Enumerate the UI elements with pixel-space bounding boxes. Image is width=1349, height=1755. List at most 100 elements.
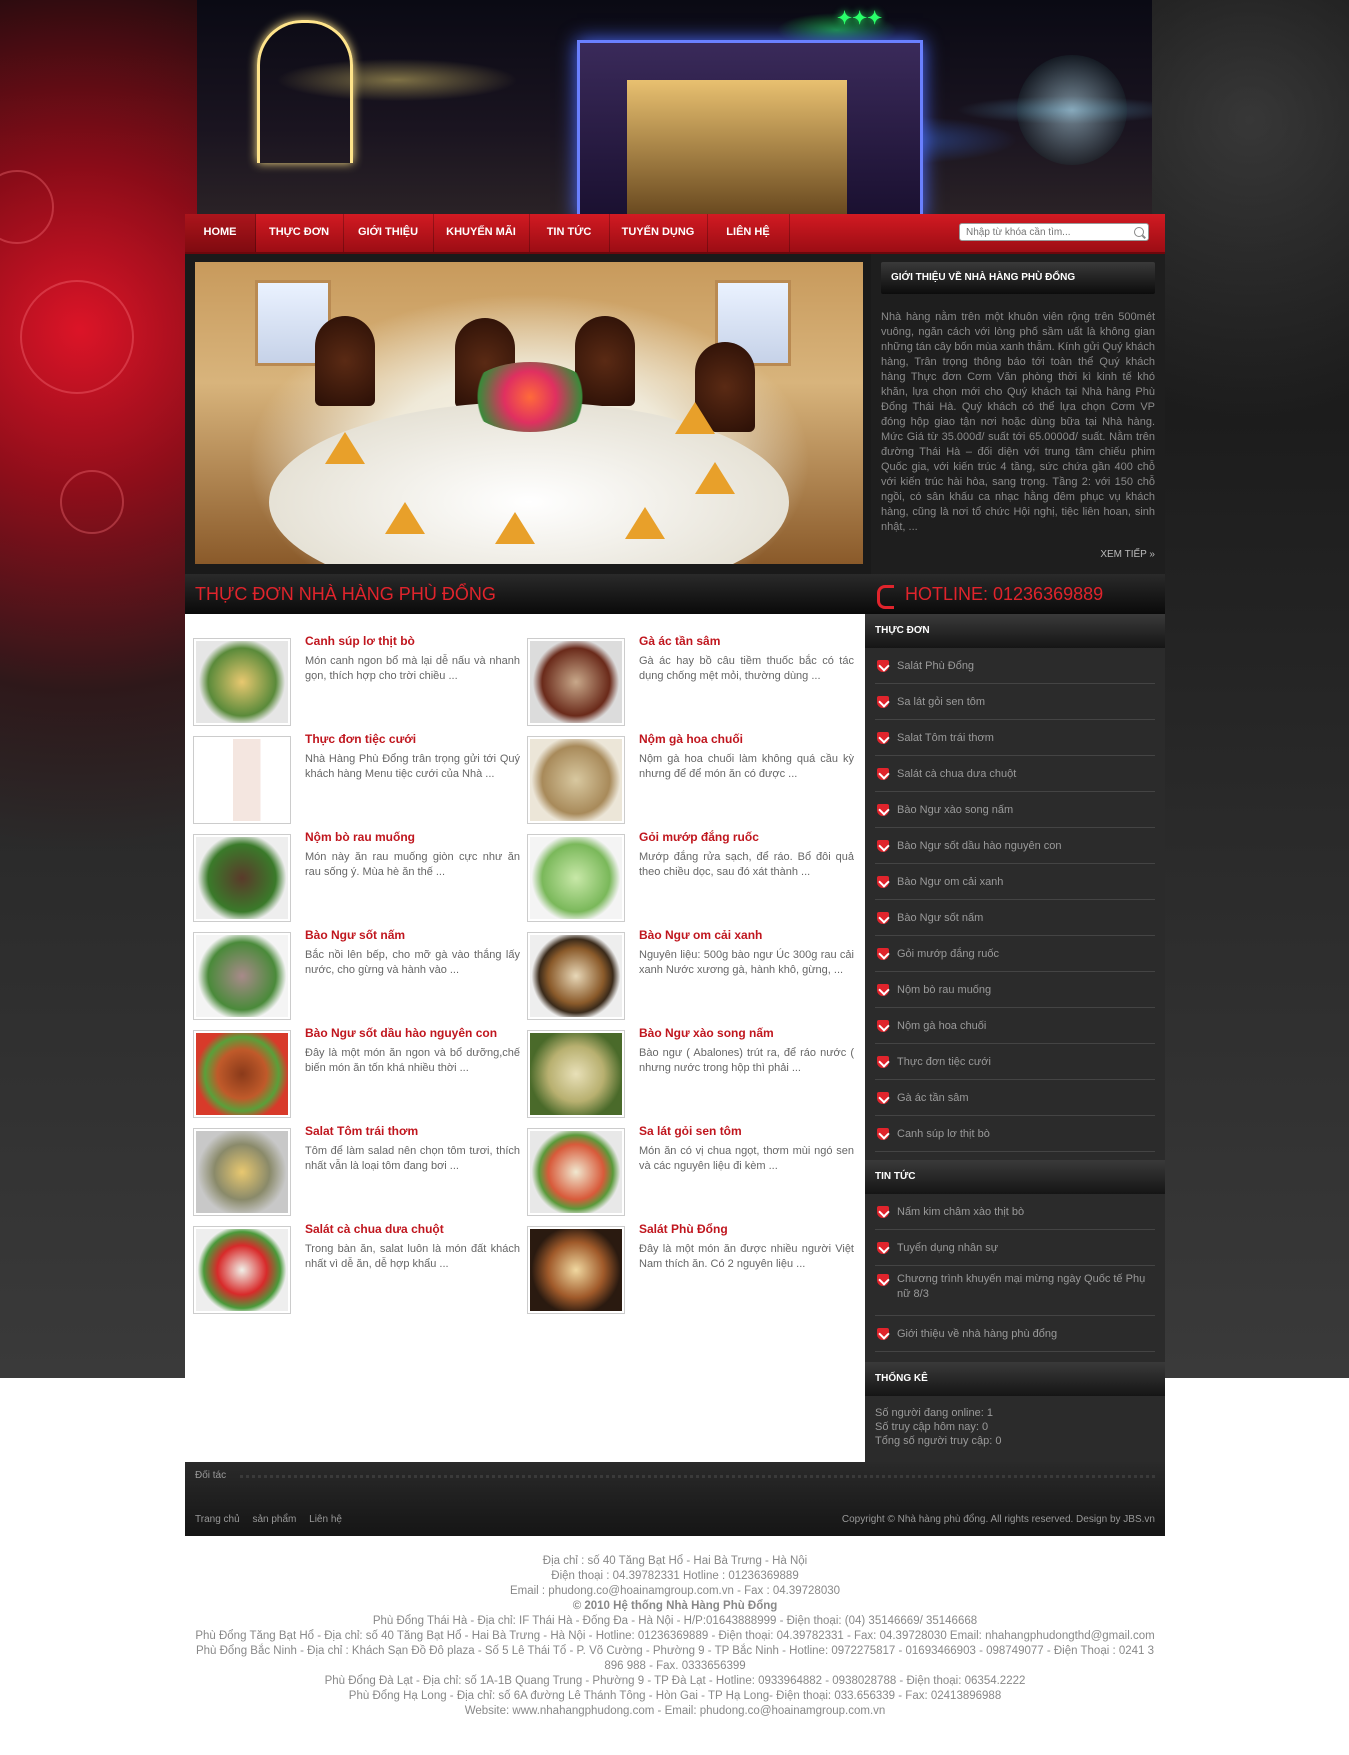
menu-item: Sa lát gỏi sen tôm Món ăn có vị chua ngọ… bbox=[519, 1124, 854, 1224]
menu-item: Canh súp lơ thịt bò Món canh ngon bổ mà … bbox=[185, 634, 520, 734]
sidebar-link-label: Bào Ngư xào song nấm bbox=[897, 804, 1014, 816]
search-input[interactable] bbox=[966, 227, 1126, 238]
partner-label: Đối tác bbox=[195, 1470, 227, 1481]
menu-item-title[interactable]: Salát cà chua dưa chuột bbox=[305, 1222, 520, 1236]
address-line: Website: www.nhahangphudong.com - Email:… bbox=[464, 1705, 886, 1717]
menu-item-thumbnail[interactable] bbox=[193, 932, 291, 1020]
menu-item-thumbnail[interactable] bbox=[193, 1030, 291, 1118]
banner-lit-tree bbox=[1017, 55, 1127, 165]
nav-menu[interactable]: THỰC ĐƠN bbox=[255, 214, 344, 252]
sidebar-news-link[interactable]: Chương trình khuyến mại mừng ngày Quốc t… bbox=[875, 1266, 1155, 1316]
menu-item-desc: Món này ăn rau muống giòn cực như ăn rau… bbox=[305, 851, 520, 878]
sidebar: THỰC ĐƠN Salát Phù Đổng Sa lát gỏi sen t… bbox=[865, 614, 1165, 1462]
sidebar-menu-link[interactable]: Gà ác tần sâm bbox=[875, 1080, 1155, 1116]
menu-item-thumbnail[interactable] bbox=[527, 1128, 625, 1216]
menu-item-title[interactable]: Salát Phù Đổng bbox=[639, 1222, 854, 1236]
menu-item-title[interactable]: Nộm gà hoa chuối bbox=[639, 732, 854, 746]
menu-grid: Canh súp lơ thịt bò Món canh ngon bổ mà … bbox=[185, 614, 865, 1462]
menu-item-thumbnail[interactable] bbox=[193, 1128, 291, 1216]
bullet-icon bbox=[877, 948, 889, 960]
sidebar-menu-link[interactable]: Salat Tôm trái thơm bbox=[875, 720, 1155, 756]
sidebar-menu-link[interactable]: Sa lát gỏi sen tôm bbox=[875, 684, 1155, 720]
menu-item-thumbnail[interactable] bbox=[527, 638, 625, 726]
read-more-link[interactable]: XEM TIẾP » bbox=[1100, 549, 1155, 560]
footer-link-home[interactable]: Trang chủ bbox=[195, 1514, 240, 1525]
banner-neon-sign: ✦✦✦ bbox=[837, 8, 883, 28]
menu-item-desc: Nhà Hàng Phù Đổng trân trọng gửi tới Quý… bbox=[305, 753, 520, 780]
menu-item: Bào Ngư sốt dầu hào nguyên con Đây là mộ… bbox=[185, 1026, 520, 1126]
menu-item-desc: Mướp đắng rửa sạch, để ráo. Bổ đôi quả t… bbox=[639, 851, 854, 878]
menu-item-thumbnail[interactable] bbox=[527, 834, 625, 922]
menu-item-thumbnail[interactable] bbox=[527, 1226, 625, 1314]
bullet-icon bbox=[877, 732, 889, 744]
menu-item-desc: Trong bàn ăn, salat luôn là món đất khác… bbox=[305, 1243, 520, 1270]
sidebar-menu-link[interactable]: Bào Ngư om cải xanh bbox=[875, 864, 1155, 900]
menu-item-title[interactable]: Sa lát gỏi sen tôm bbox=[639, 1124, 854, 1138]
menu-item-title[interactable]: Salat Tôm trái thơm bbox=[305, 1124, 520, 1138]
sidebar-link-label: Salát Phù Đổng bbox=[897, 660, 975, 672]
nav-about[interactable]: GIỚI THIỆU bbox=[343, 214, 434, 252]
sidebar-menu-link[interactable]: Salát cà chua dưa chuột bbox=[875, 756, 1155, 792]
menu-item-title[interactable]: Bào Ngư sốt nấm bbox=[305, 928, 520, 942]
stat-today: Số truy cập hôm nay: 0 bbox=[875, 1421, 989, 1433]
menu-item-thumbnail[interactable] bbox=[193, 834, 291, 922]
menu-item-thumbnail[interactable] bbox=[193, 638, 291, 726]
address-line: Phù Đổng Thái Hà - Địa chỉ: IF Thái Hà -… bbox=[372, 1615, 978, 1627]
nav-contact[interactable]: LIÊN HỆ bbox=[707, 214, 790, 252]
footer-link-contact[interactable]: Liên hệ bbox=[309, 1514, 342, 1525]
nav-promotions[interactable]: KHUYẾN MÃI bbox=[433, 214, 530, 252]
sidebar-menu-link[interactable]: Nộm gà hoa chuối bbox=[875, 1008, 1155, 1044]
menu-item: Salat Tôm trái thơm Tôm để làm salad nên… bbox=[185, 1124, 520, 1224]
sidebar-menu-link[interactable]: Bào Ngư sốt dầu hào nguyên con bbox=[875, 828, 1155, 864]
menu-item: Bào Ngư xào song nấm Bào ngư ( Abalones)… bbox=[519, 1026, 854, 1126]
stat-total: Tổng số người truy cập: 0 bbox=[875, 1435, 1002, 1447]
nav-news[interactable]: TIN TỨC bbox=[529, 214, 610, 252]
menu-item-title[interactable]: Bào Ngư om cải xanh bbox=[639, 928, 854, 942]
slide-chair bbox=[315, 316, 375, 406]
address-line: © 2010 Hệ thống Nhà Hàng Phù Đổng bbox=[572, 1600, 778, 1612]
menu-item-desc: Bắc nồi lên bếp, cho mỡ gà vào thắng lấy… bbox=[305, 949, 520, 976]
nav-home[interactable]: HOME bbox=[185, 214, 256, 252]
footer-link-products[interactable]: sản phẩm bbox=[252, 1514, 296, 1525]
menu-item-thumbnail[interactable] bbox=[527, 1030, 625, 1118]
decor-ring bbox=[60, 470, 124, 534]
nav-careers[interactable]: TUYỂN DỤNG bbox=[609, 214, 708, 252]
sidebar-menu-link[interactable]: Bào Ngư sốt nấm bbox=[875, 900, 1155, 936]
sidebar-menu-link[interactable]: Nộm bò rau muống bbox=[875, 972, 1155, 1008]
bullet-icon bbox=[877, 876, 889, 888]
intro-heading: GIỚI THIỆU VỀ NHÀ HÀNG PHÙ ĐỔNG bbox=[881, 262, 1155, 294]
sidebar-news-link[interactable]: Nấm kim châm xào thịt bò bbox=[875, 1194, 1155, 1230]
menu-item: Salát Phù Đổng Đây là một món ăn được nh… bbox=[519, 1222, 854, 1322]
feature-area: GIỚI THIỆU VỀ NHÀ HÀNG PHÙ ĐỔNG Nhà hàng… bbox=[185, 254, 1165, 574]
sidebar-menu-link[interactable]: Thực đơn tiệc cưới bbox=[875, 1044, 1155, 1080]
menu-item-title[interactable]: Bào Ngư sốt dầu hào nguyên con bbox=[305, 1026, 520, 1040]
address-line: Địa chỉ : số 40 Tăng Bạt Hổ - Hai Bà Trư… bbox=[542, 1555, 808, 1567]
sidebar-news-link[interactable]: Giới thiệu về nhà hàng phù đổng bbox=[875, 1316, 1155, 1352]
menu-item-title[interactable]: Gỏi mướp đắng ruốc bbox=[639, 830, 854, 844]
menu-item-thumbnail[interactable] bbox=[193, 736, 291, 824]
menu-item-desc: Món canh ngon bổ mà lại dễ nấu và nhanh … bbox=[305, 655, 520, 682]
sidebar-link-label: Bào Ngư sốt dầu hào nguyên con bbox=[897, 840, 1062, 852]
main-nav: HOME THỰC ĐƠN GIỚI THIỆU KHUYẾN MÃI TIN … bbox=[185, 214, 1165, 254]
sidebar-news-link[interactable]: Tuyển dụng nhân sự bbox=[875, 1230, 1155, 1266]
menu-item-title[interactable]: Canh súp lơ thịt bò bbox=[305, 634, 520, 648]
menu-item-title[interactable]: Thực đơn tiệc cưới bbox=[305, 732, 520, 746]
menu-item-title[interactable]: Nộm bò rau muống bbox=[305, 830, 520, 844]
sidebar-menu-link[interactable]: Canh súp lơ thịt bò bbox=[875, 1116, 1155, 1152]
menu-item-title[interactable]: Gà ác tần sâm bbox=[639, 634, 854, 648]
sidebar-link-label: Salát cà chua dưa chuột bbox=[897, 768, 1017, 780]
sidebar-menu-link[interactable]: Gỏi mướp đắng ruốc bbox=[875, 936, 1155, 972]
sidebar-menu-link[interactable]: Salát Phù Đổng bbox=[875, 648, 1155, 684]
menu-item-thumbnail[interactable] bbox=[527, 736, 625, 824]
sidebar-menu-link[interactable]: Bào Ngư xào song nấm bbox=[875, 792, 1155, 828]
menu-item-title[interactable]: Bào Ngư xào song nấm bbox=[639, 1026, 854, 1040]
bullet-icon bbox=[877, 660, 889, 672]
bullet-icon bbox=[877, 1274, 889, 1286]
menu-item-thumbnail[interactable] bbox=[193, 1226, 291, 1314]
sidebar-link-label: Canh súp lơ thịt bò bbox=[897, 1128, 990, 1140]
sidebar-link-label: Gỏi mướp đắng ruốc bbox=[897, 948, 1000, 960]
menu-item-thumbnail[interactable] bbox=[527, 932, 625, 1020]
search-icon[interactable] bbox=[1134, 227, 1144, 237]
menu-item: Gà ác tần sâm Gà ác hay bồ câu tiềm thuố… bbox=[519, 634, 854, 734]
address-line: Phù Đổng Hạ Long - Địa chỉ: số 6A đường … bbox=[348, 1690, 1002, 1702]
